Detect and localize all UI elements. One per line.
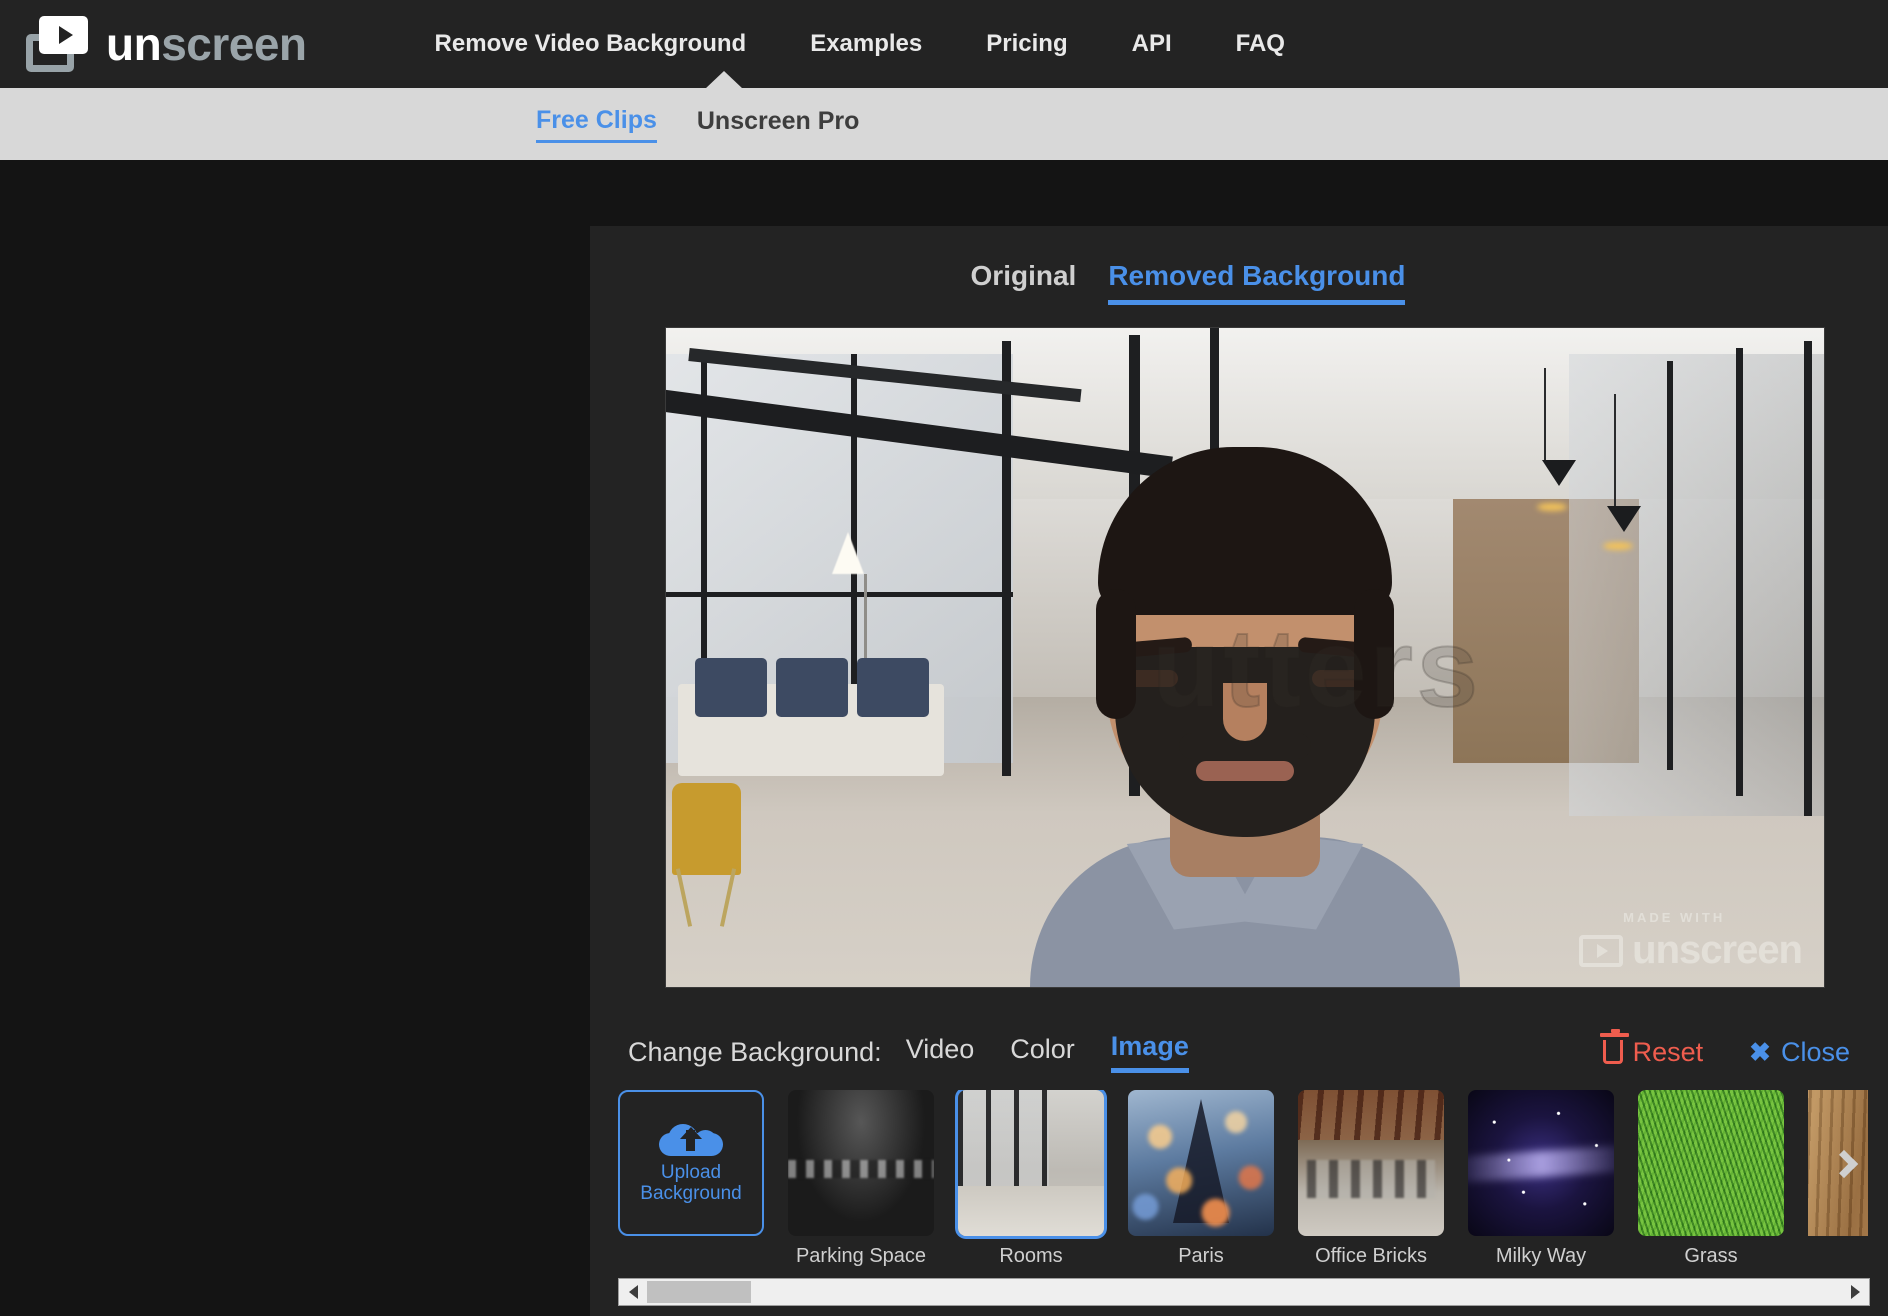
nav-links: Remove Video Background Examples Pricing… xyxy=(403,30,1317,58)
logo-word-suffix: screen xyxy=(161,18,307,70)
top-navigation-bar: unscreen Remove Video Background Example… xyxy=(0,0,1888,88)
thumbnail-office-bricks[interactable]: Office Bricks xyxy=(1298,1090,1444,1266)
background-thumbnail-strip[interactable]: Upload Background Parking Space Rooms Pa… xyxy=(618,1090,1888,1266)
editor-panel: Original Removed Background MADE WITH un… xyxy=(590,226,1888,1316)
nav-link-faq[interactable]: FAQ xyxy=(1204,30,1317,58)
chevron-right-icon[interactable] xyxy=(1822,1142,1866,1186)
subnav-item-unscreen-pro[interactable]: Unscreen Pro xyxy=(697,107,860,141)
thumbnail-label: Parking Space xyxy=(795,1245,927,1266)
thumbnail-horizontal-scrollbar[interactable] xyxy=(618,1278,1870,1306)
nav-link-pricing[interactable]: Pricing xyxy=(954,30,1099,58)
thumbnail-image xyxy=(1128,1090,1274,1236)
change-background-option-image[interactable]: Image xyxy=(1110,1031,1189,1073)
thumbnail-label: Rooms xyxy=(999,1245,1063,1266)
arrow-left-icon[interactable] xyxy=(619,1279,647,1305)
nav-link-api[interactable]: API xyxy=(1100,30,1204,58)
subnav-item-free-clips[interactable]: Free Clips xyxy=(536,106,657,143)
reset-button-label: Reset xyxy=(1632,1036,1704,1067)
video-play-stack-icon xyxy=(26,16,88,72)
upload-tile-line2: Background xyxy=(640,1182,742,1204)
subnav-pointer-notch xyxy=(705,71,743,89)
reset-button[interactable]: Reset xyxy=(1599,1029,1704,1068)
toolbar-actions: Reset ✖ Close xyxy=(1599,1029,1850,1068)
upload-background-tile[interactable]: Upload Background xyxy=(618,1090,764,1236)
tab-original[interactable]: Original xyxy=(971,260,1077,305)
close-x-icon: ✖ xyxy=(1749,1037,1771,1067)
thumbnail-label: Grass xyxy=(1684,1245,1738,1266)
unscreen-logo[interactable]: unscreen xyxy=(26,16,307,72)
thumbnail-image xyxy=(788,1090,934,1236)
thumbnail-image xyxy=(958,1090,1104,1236)
tab-removed-background[interactable]: Removed Background xyxy=(1108,260,1406,305)
upload-tile-line1: Upload xyxy=(660,1161,722,1183)
thumbnail-label: Paris xyxy=(1178,1245,1224,1266)
scrollbar-thumb[interactable] xyxy=(647,1281,751,1303)
thumbnail-paris[interactable]: Paris xyxy=(1128,1090,1274,1266)
video-preview[interactable]: utters MADE WITH unscreen xyxy=(666,328,1824,987)
trash-icon xyxy=(1599,1029,1629,1064)
nav-link-examples[interactable]: Examples xyxy=(778,30,954,58)
editor-stage: Original Removed Background MADE WITH un… xyxy=(0,160,1888,1316)
logo-wordmark: unscreen xyxy=(106,21,307,67)
thumbnail-parking-space[interactable]: Parking Space xyxy=(788,1090,934,1266)
preview-view-tabs: Original Removed Background xyxy=(590,260,1786,305)
subject-person xyxy=(1030,427,1460,987)
logo-word-prefix: un xyxy=(106,18,162,70)
change-background-toolbar: Change Background: Video Color Image Res… xyxy=(628,1024,1850,1080)
arrow-right-icon[interactable] xyxy=(1841,1279,1869,1305)
thumbnail-image xyxy=(1638,1090,1784,1236)
subnav-items: Free Clips Unscreen Pro xyxy=(536,106,859,143)
close-button-label: Close xyxy=(1780,1036,1850,1067)
change-background-option-video[interactable]: Video xyxy=(906,1034,975,1071)
sub-navigation-bar: Free Clips Unscreen Pro xyxy=(0,71,1888,160)
scrollbar-track[interactable] xyxy=(647,1279,1841,1305)
thumbnail-image xyxy=(1468,1090,1614,1236)
thumbnail-label: Office Bricks xyxy=(1315,1245,1427,1266)
change-background-option-color[interactable]: Color xyxy=(1010,1034,1075,1071)
close-button[interactable]: ✖ Close xyxy=(1749,1037,1850,1068)
cloud-upload-icon xyxy=(659,1122,723,1156)
thumbnail-image xyxy=(1298,1090,1444,1236)
nav-link-remove-video-background[interactable]: Remove Video Background xyxy=(403,30,779,58)
thumbnail-milky-way[interactable]: Milky Way xyxy=(1468,1090,1614,1266)
thumbnail-grass[interactable]: Grass xyxy=(1638,1090,1784,1266)
thumbnail-rooms[interactable]: Rooms xyxy=(958,1090,1104,1266)
change-background-label: Change Background: xyxy=(628,1036,882,1067)
thumbnail-label: Milky Way xyxy=(1495,1245,1587,1266)
